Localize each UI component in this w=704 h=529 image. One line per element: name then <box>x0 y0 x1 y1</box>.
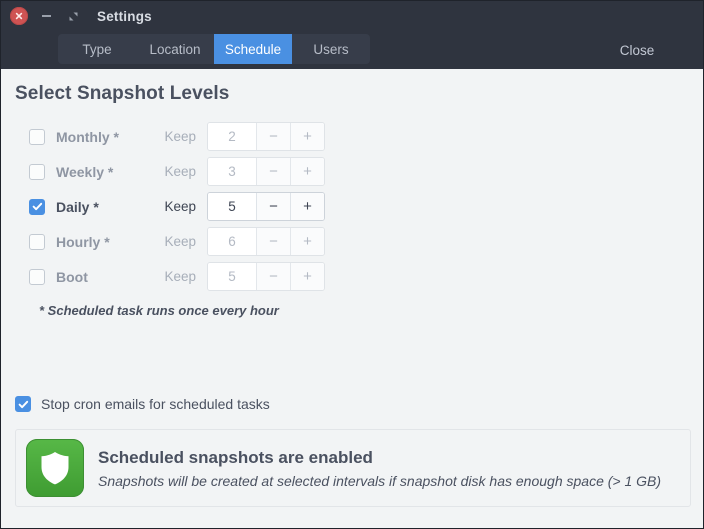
title-bar: Settings <box>1 1 703 31</box>
status-text: Scheduled snapshots are enabled Snapshot… <box>98 448 661 489</box>
tab-header: Type Location Schedule Users Close <box>1 31 703 69</box>
keep-decrement-hourly[interactable]: − <box>256 228 290 255</box>
status-title: Scheduled snapshots are enabled <box>98 447 373 467</box>
level-row-boot: Boot Keep 5 − + <box>15 259 689 294</box>
tab-users[interactable]: Users <box>292 34 370 64</box>
level-row-hourly: Hourly * Keep 6 − + <box>15 224 689 259</box>
checkbox-boot[interactable] <box>29 268 45 285</box>
close-button[interactable]: Close <box>571 31 703 69</box>
level-label-daily: Daily * <box>56 198 99 215</box>
keep-stepper-boot: 5 − + <box>207 262 325 291</box>
keep-value-boot[interactable]: 5 <box>208 263 256 290</box>
keep-increment-daily[interactable]: + <box>290 193 324 220</box>
keep-stepper-daily: 5 − + <box>207 192 325 221</box>
checkbox-daily[interactable] <box>29 198 45 215</box>
close-icon[interactable] <box>10 7 28 25</box>
keep-decrement-boot[interactable]: − <box>256 263 290 290</box>
level-label-boot: Boot <box>56 268 88 285</box>
tab-schedule[interactable]: Schedule <box>214 34 292 64</box>
keep-value-daily[interactable]: 5 <box>208 193 256 220</box>
keep-decrement-weekly[interactable]: − <box>256 158 290 185</box>
keep-label-daily: Keep <box>164 199 196 214</box>
snapshot-levels-list: Monthly * Keep 2 − + Weekly * Keep 3 − + <box>15 119 689 294</box>
level-row-daily: Daily * Keep 5 − + <box>15 189 689 224</box>
window-title: Settings <box>97 8 152 24</box>
checkbox-hourly[interactable] <box>29 233 45 250</box>
keep-label-monthly: Keep <box>164 129 196 144</box>
minimize-icon[interactable] <box>37 7 55 25</box>
keep-label-weekly: Keep <box>164 164 196 179</box>
keep-increment-monthly[interactable]: + <box>290 123 324 150</box>
schedule-note: * Scheduled task runs once every hour <box>39 303 279 318</box>
tab-group: Type Location Schedule Users <box>58 34 370 64</box>
stop-cron-emails-label: Stop cron emails for scheduled tasks <box>41 396 270 412</box>
level-label-hourly: Hourly * <box>56 233 110 250</box>
keep-stepper-monthly: 2 − + <box>207 122 325 151</box>
level-label-monthly: Monthly * <box>56 128 119 145</box>
shield-icon <box>26 439 84 497</box>
settings-window: Settings Type Location Schedule Users Cl… <box>0 0 704 529</box>
stop-cron-emails-row: Stop cron emails for scheduled tasks <box>15 396 270 412</box>
status-subtitle: Snapshots will be created at selected in… <box>98 472 662 489</box>
checkbox-monthly[interactable] <box>29 128 45 145</box>
page-title: Select Snapshot Levels <box>15 83 230 104</box>
keep-decrement-daily[interactable]: − <box>256 193 290 220</box>
content-area: Select Snapshot Levels Monthly * Keep 2 … <box>1 69 703 528</box>
level-row-weekly: Weekly * Keep 3 − + <box>15 154 689 189</box>
keep-increment-boot[interactable]: + <box>290 263 324 290</box>
keep-stepper-hourly: 6 − + <box>207 227 325 256</box>
minimize-glyph <box>41 15 51 17</box>
tab-location[interactable]: Location <box>136 34 214 64</box>
keep-value-monthly[interactable]: 2 <box>208 123 256 150</box>
checkbox-stop-cron-emails[interactable] <box>15 396 31 412</box>
keep-decrement-monthly[interactable]: − <box>256 123 290 150</box>
status-panel: Scheduled snapshots are enabled Snapshot… <box>15 429 691 507</box>
tab-type[interactable]: Type <box>58 34 136 64</box>
maximize-icon[interactable] <box>64 7 82 25</box>
keep-increment-weekly[interactable]: + <box>290 158 324 185</box>
keep-increment-hourly[interactable]: + <box>290 228 324 255</box>
keep-label-hourly: Keep <box>164 234 196 249</box>
keep-label-boot: Keep <box>164 269 196 284</box>
checkbox-weekly[interactable] <box>29 163 45 180</box>
level-label-weekly: Weekly * <box>56 163 114 180</box>
level-row-monthly: Monthly * Keep 2 − + <box>15 119 689 154</box>
keep-value-weekly[interactable]: 3 <box>208 158 256 185</box>
keep-stepper-weekly: 3 − + <box>207 157 325 186</box>
keep-value-hourly[interactable]: 6 <box>208 228 256 255</box>
